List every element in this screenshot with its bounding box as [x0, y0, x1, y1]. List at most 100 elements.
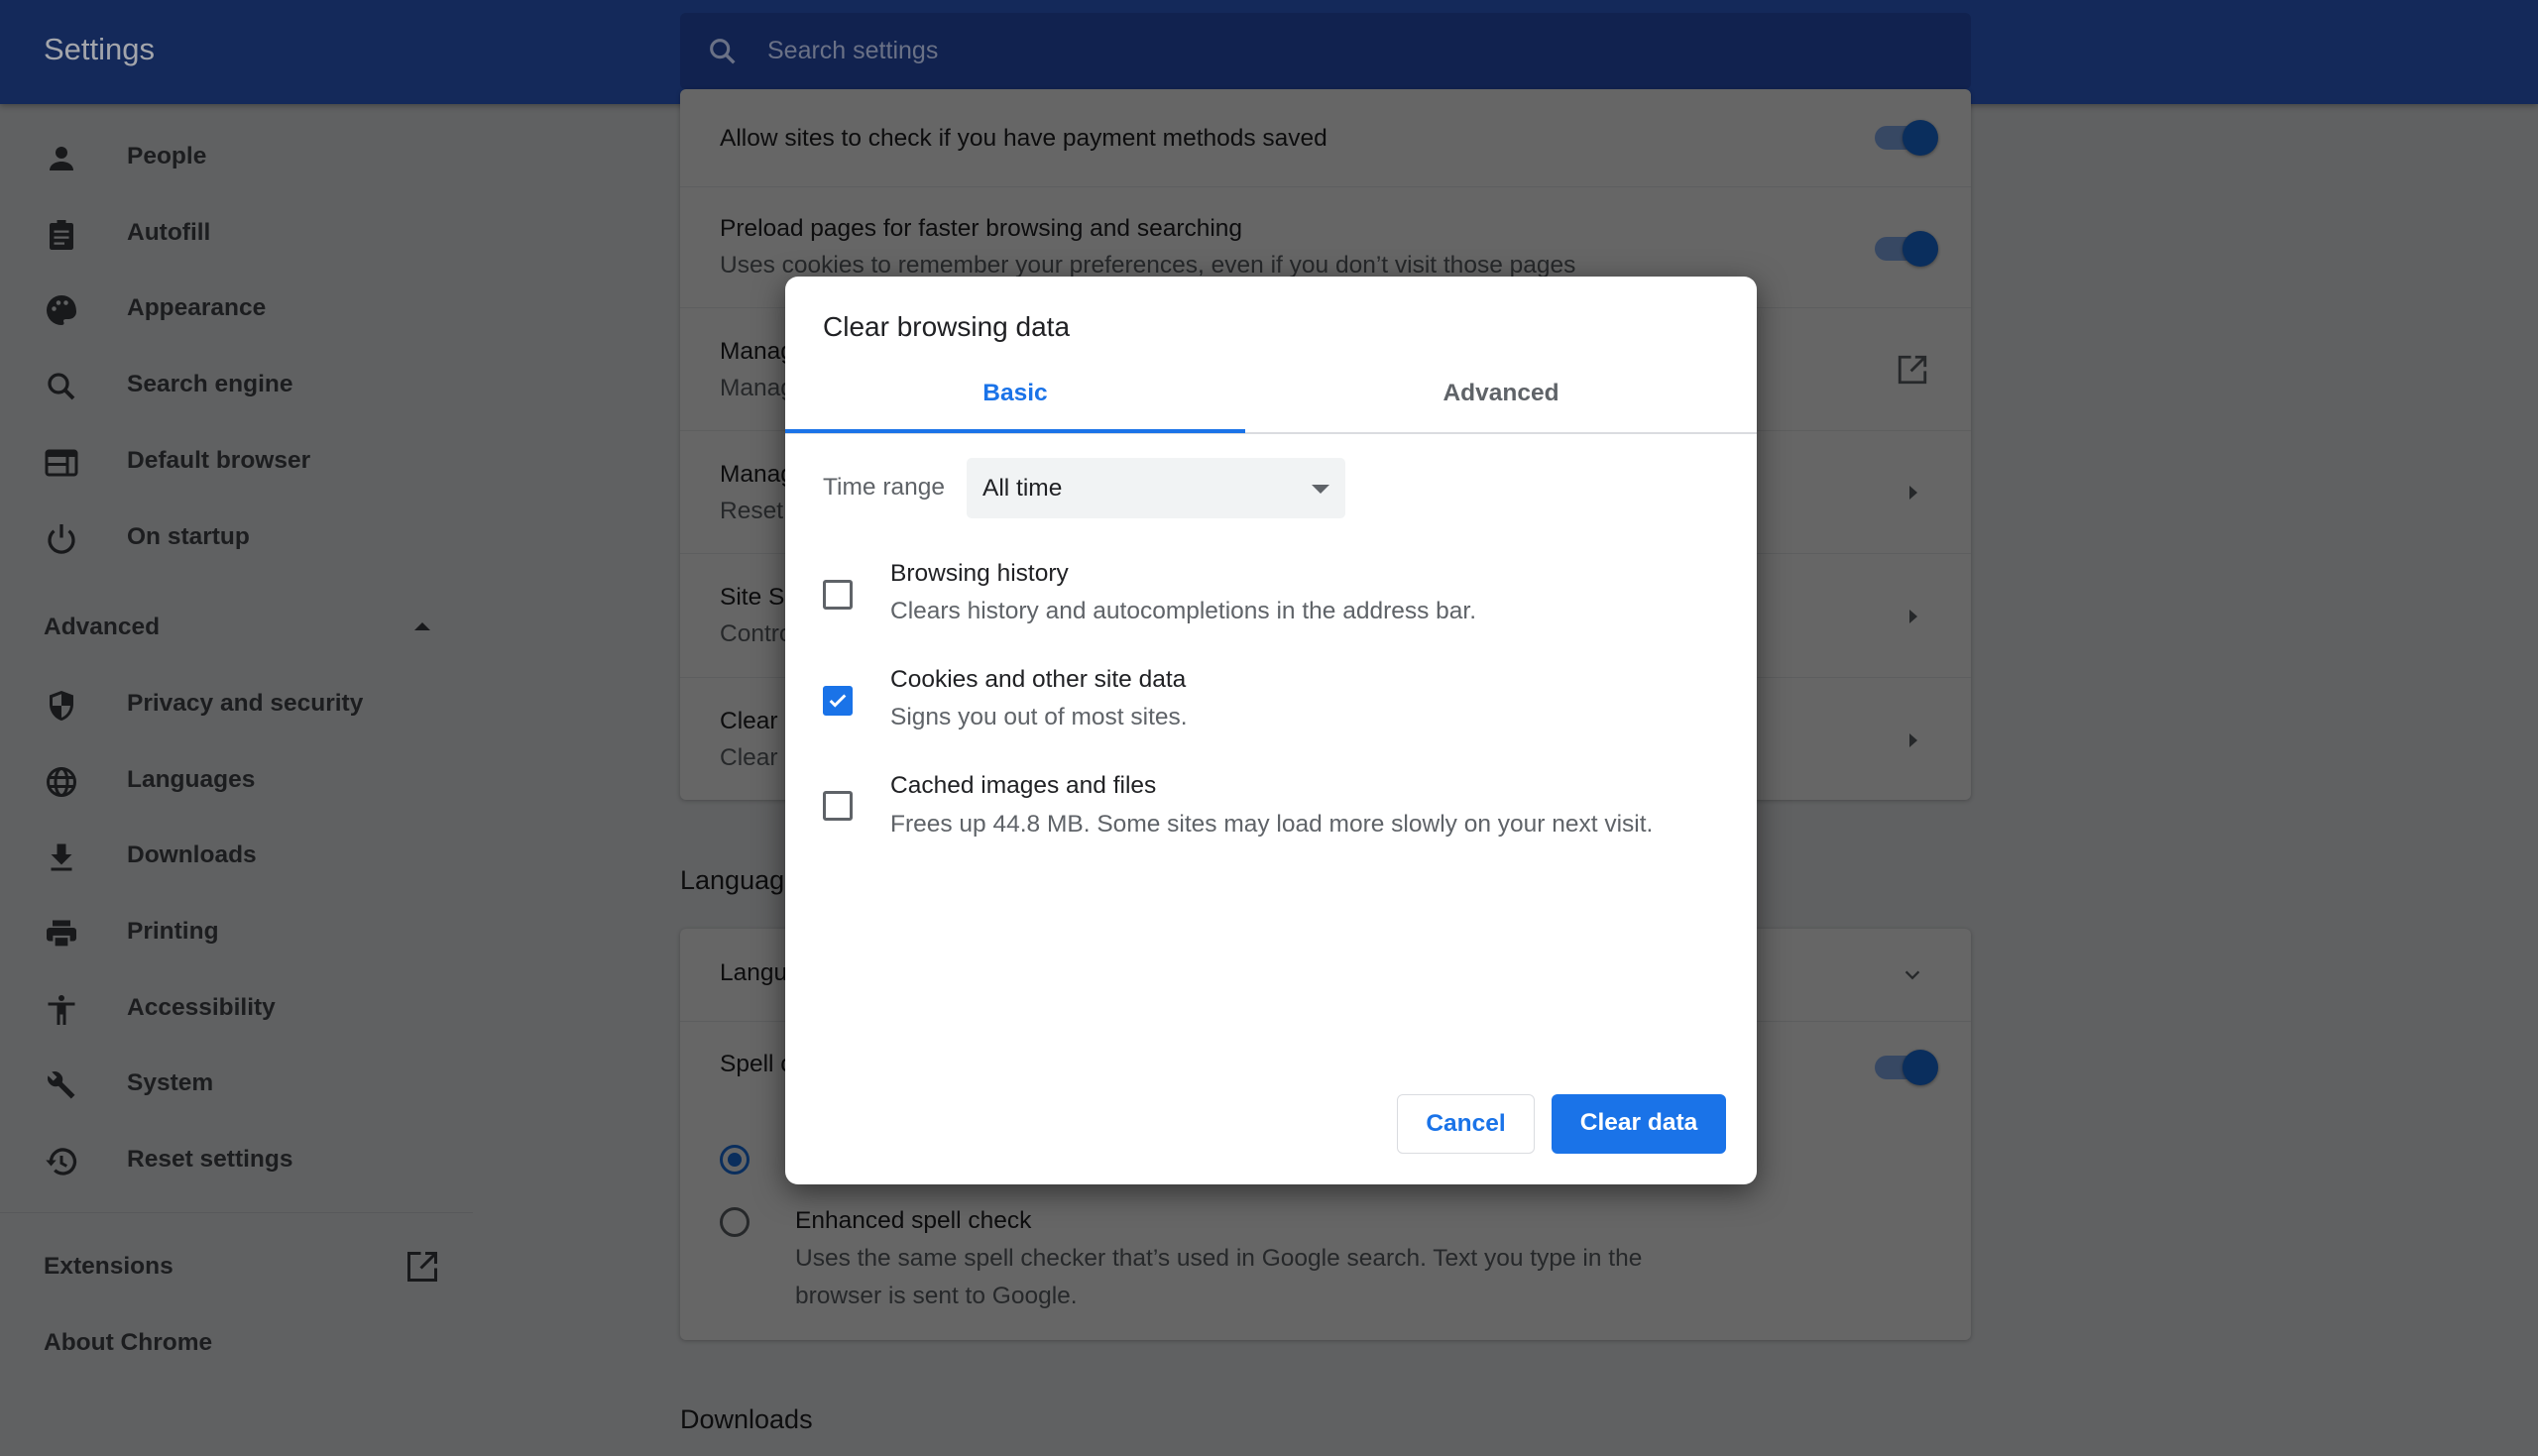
sidebar-item-label: Printing	[127, 918, 219, 945]
sidebar-item-label: Default browser	[127, 447, 311, 474]
palette-icon	[47, 295, 76, 325]
search-icon	[710, 39, 736, 64]
row-title: Manag	[720, 461, 794, 488]
advanced-label: Advanced	[44, 614, 161, 640]
search-icon	[48, 373, 75, 400]
search-input[interactable]: Search settings	[680, 13, 1971, 89]
clear-data-button[interactable]: Clear data	[1552, 1094, 1726, 1154]
row-title: Manag	[720, 338, 794, 365]
sidebar-divider	[0, 1212, 473, 1213]
sidebar-item-label: Reset settings	[127, 1146, 293, 1173]
open-in-new-icon	[407, 1252, 437, 1282]
sidebar-item-printing[interactable]: Printing	[0, 896, 473, 965]
arrow-right-icon	[1909, 486, 1917, 500]
power-icon	[48, 524, 75, 554]
item-desc: Clears history and autocompletions in th…	[890, 598, 1477, 624]
globe-icon	[47, 767, 76, 797]
sidebar-item-appearance[interactable]: Appearance	[0, 273, 473, 342]
clipboard-icon	[50, 220, 73, 250]
sidebar-item-languages[interactable]: Languages	[0, 744, 473, 814]
enhanced-spell-desc: Uses the same spell checker that’s used …	[795, 1245, 1643, 1272]
sidebar-item-system[interactable]: System	[0, 1048, 473, 1117]
printer-icon	[47, 920, 76, 949]
sidebar-item-search-engine[interactable]: Search engine	[0, 349, 473, 418]
sidebar-item-reset[interactable]: Reset settings	[0, 1124, 473, 1193]
enhanced-spell-desc-2: browser is sent to Google.	[795, 1283, 1078, 1309]
accessibility-icon	[48, 995, 75, 1025]
time-range-select[interactable]: All time	[967, 458, 1345, 518]
arrow-right-icon	[1909, 733, 1917, 747]
sidebar-item-people[interactable]: People	[0, 121, 473, 190]
row-title: Allow sites to check if you have payment…	[720, 125, 1327, 152]
tab-basic[interactable]: Basic	[785, 380, 1245, 433]
sidebar-item-about[interactable]: About Chrome	[0, 1307, 473, 1377]
row-title: Preload pages for faster browsing and se…	[720, 215, 1243, 242]
spell-check-toggle[interactable]	[1875, 1050, 1938, 1085]
downloads-heading: Downloads	[680, 1404, 813, 1434]
browsing-history-checkbox[interactable]	[823, 580, 853, 610]
clear-browsing-data-dialog: Clear browsing data Basic Advanced Time …	[785, 277, 1757, 1184]
chevron-up-icon	[414, 622, 430, 630]
person-icon	[50, 147, 73, 170]
payment-toggle[interactable]	[1875, 120, 1938, 156]
cancel-button[interactable]: Cancel	[1397, 1094, 1535, 1154]
row-subtitle: Contro	[720, 620, 793, 647]
search-placeholder: Search settings	[767, 37, 939, 64]
open-in-new-icon	[1898, 355, 1927, 385]
wrench-icon	[48, 1071, 75, 1099]
item-title: Cookies and other site data	[890, 666, 1187, 693]
sidebar-item-privacy[interactable]: Privacy and security	[0, 668, 473, 737]
item-title: Cached images and files	[890, 772, 1157, 799]
sidebar-item-label: Downloads	[127, 841, 257, 868]
item-desc: Frees up 44.8 MB. Some sites may load mo…	[890, 811, 1654, 838]
history-icon	[46, 1148, 77, 1176]
basic-spell-check-radio[interactable]	[720, 1145, 750, 1175]
dialog-title: Clear browsing data	[823, 311, 1071, 342]
row-title: Site S	[720, 584, 785, 611]
active-tab-indicator	[785, 429, 1245, 433]
sidebar-item-label: Autofill	[127, 219, 211, 246]
download-icon	[51, 843, 72, 871]
sidebar-item-default-browser[interactable]: Default browser	[0, 425, 473, 495]
sidebar-item-autofill[interactable]: Autofill	[0, 197, 473, 267]
row-title: Spell c	[720, 1051, 793, 1077]
sidebar-item-accessibility[interactable]: Accessibility	[0, 972, 473, 1042]
sidebar-item-label: Search engine	[127, 371, 293, 397]
preload-toggle[interactable]	[1875, 231, 1938, 267]
row-subtitle: Manag	[720, 375, 794, 401]
sidebar-item-label: About Chrome	[44, 1329, 213, 1356]
row-subtitle: Uses cookies to remember your preference…	[720, 252, 1576, 279]
time-range-value: All time	[982, 475, 1063, 502]
shield-icon	[50, 691, 73, 721]
row-subtitle: Clear l	[720, 744, 790, 771]
sidebar-item-on-startup[interactable]: On startup	[0, 502, 473, 571]
payment-methods-row[interactable]: Allow sites to check if you have payment…	[680, 89, 1971, 186]
row-title: Langu	[720, 959, 788, 986]
sidebar-item-label: Languages	[127, 766, 256, 793]
sidebar-advanced-toggle[interactable]: Advanced	[0, 592, 473, 661]
sidebar-item-label: System	[127, 1069, 214, 1096]
time-range-label: Time range	[823, 474, 946, 501]
sidebar-item-label: People	[127, 143, 207, 169]
sidebar-item-downloads[interactable]: Downloads	[0, 820, 473, 889]
row-title: Clear l	[720, 708, 790, 734]
checkmark-icon	[829, 694, 847, 708]
row-subtitle: Reset	[720, 498, 784, 524]
enhanced-spell-title: Enhanced spell check	[795, 1207, 1032, 1234]
languages-heading: Languag	[680, 865, 785, 895]
arrow-right-icon	[1909, 610, 1917, 623]
cookies-checkbox[interactable]	[823, 686, 853, 716]
cached-images-checkbox[interactable]	[823, 791, 853, 821]
dropdown-arrow-icon	[1312, 485, 1329, 494]
app-title: Settings	[44, 32, 156, 66]
sidebar-item-extensions[interactable]: Extensions	[0, 1231, 473, 1300]
sidebar-item-label: Appearance	[127, 294, 267, 321]
sidebar-item-label: On startup	[127, 523, 250, 550]
chevron-down-icon	[1904, 970, 1920, 980]
sidebar-item-label: Accessibility	[127, 994, 276, 1021]
sidebar-item-label: Privacy and security	[127, 690, 364, 717]
item-title: Browsing history	[890, 560, 1069, 587]
item-desc: Signs you out of most sites.	[890, 704, 1188, 730]
enhanced-spell-check-radio[interactable]	[720, 1207, 750, 1237]
tab-advanced[interactable]: Advanced	[1245, 380, 1757, 433]
